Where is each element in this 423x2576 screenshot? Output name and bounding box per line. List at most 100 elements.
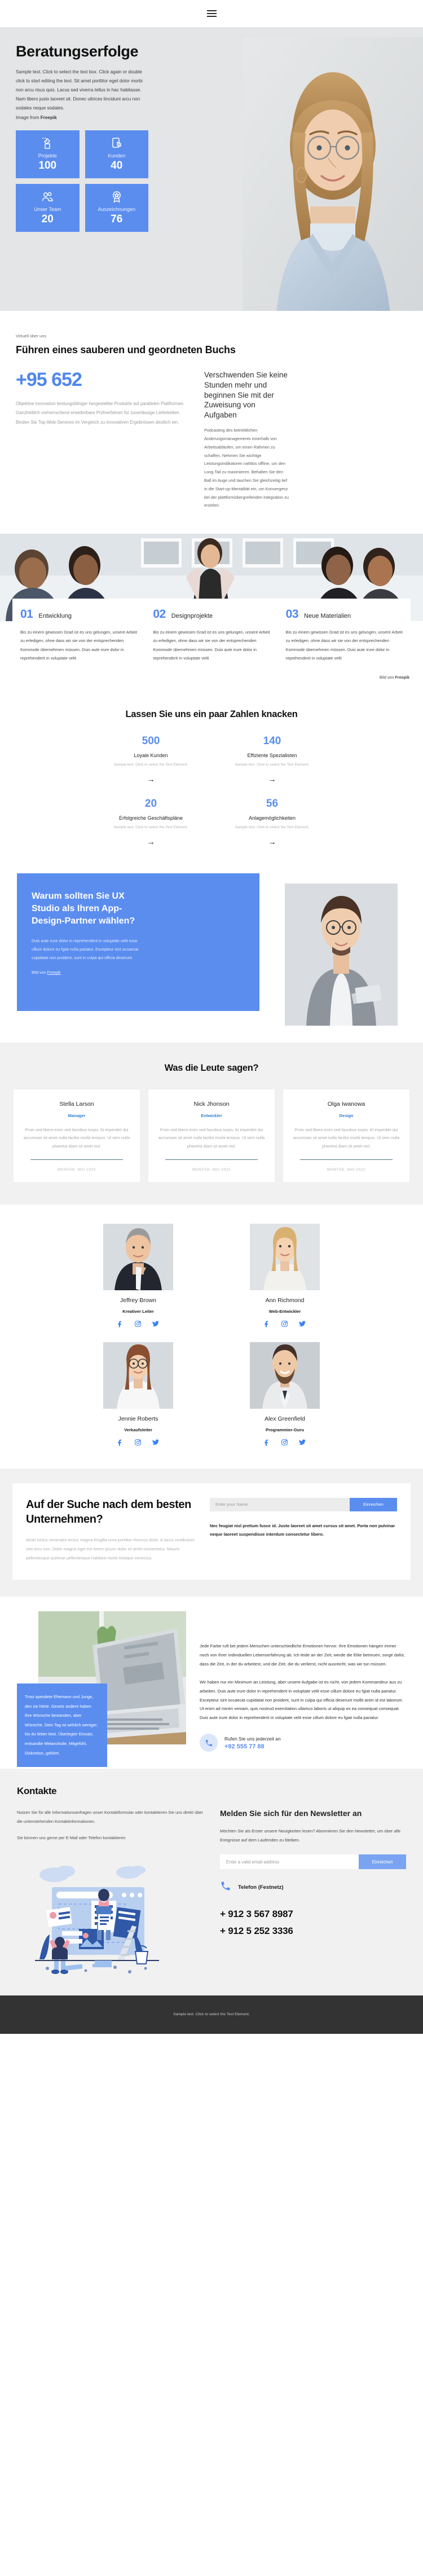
facebook-icon[interactable] [263,1320,271,1327]
testimonial-role: Entwickler [201,1113,222,1118]
testimonial-role: Manager [68,1113,86,1118]
why-credit-link[interactable]: Freepik [47,970,61,975]
arrow-right-icon[interactable]: → [211,775,333,784]
instagram-icon[interactable] [281,1320,288,1327]
contact-illustration [25,1854,169,1976]
hero-credit-link[interactable]: Freepik [41,115,57,120]
avatar [103,1342,173,1409]
team-section: Jeffrey Brown Kreativer Leiter Ann Richm… [0,1204,423,1469]
call-number[interactable]: +92 555 77 88 [224,1743,281,1750]
feature-body: Bis zu einem gewissen Grad ist es uns ge… [153,630,270,661]
hamburger-menu-icon[interactable] [206,10,217,17]
twitter-icon[interactable] [152,1439,160,1446]
instagram-icon[interactable] [134,1320,142,1327]
award-badge-icon [110,190,124,204]
features-cards-row: 01 Entwicklung Bis zu einem gewissen Gra… [0,599,423,668]
facebook-icon[interactable] [117,1439,124,1446]
newsletter-form: Einreichen [220,1854,406,1870]
feature-card-01: 01 Entwicklung Bis zu einem gewissen Gra… [12,599,146,668]
testimonial-name: Olga Iwanowa [327,1100,365,1107]
number-subtext: Sample text. Click to select the Text El… [113,825,188,829]
phone-label: Telefon (Festnetz) [238,1884,284,1891]
about-right-column: Verschwenden Sie keine Stunden mehr und … [204,370,289,510]
call-us-block[interactable]: Rufen Sie uns jederzeit an +92 555 77 88 [200,1734,406,1752]
team-member-card: Alex Greenfield Programmier-Guru [211,1342,358,1446]
number-subtext: Sample text. Click to select the Text El… [113,762,188,767]
arrow-right-icon[interactable]: → [211,837,333,846]
about-section: Virtuell über uns Führen eines sauberen … [0,311,423,534]
instagram-icon[interactable] [134,1439,142,1446]
hero-stats-grid: Projekte 100 Kunden 40 Unser Team 20 Aus… [16,130,148,232]
why-heading: Warum sollten Sie UX Studio als Ihren Ap… [32,891,135,926]
cta-form: Einreichen [210,1497,397,1511]
stat-value: 20 [41,213,54,225]
arrow-right-icon[interactable]: → [90,775,211,784]
about-big-number: +95 652 [16,369,82,391]
testimonials-section: Was die Leute sagen? Stella Larson Manag… [0,1042,423,1205]
phone-number-1[interactable]: + 912 3 567 8987 [220,1906,406,1923]
footer: Sample text. Click to select the Text El… [0,1995,423,2034]
testimonial-date: MONTAG, MAI 2022 [327,1167,366,1172]
avatar [250,1342,320,1409]
footer-text: Sample text. Click to select the Text El… [173,2012,250,2017]
page-title: Beratungserfolge [16,43,139,60]
name-input[interactable] [210,1497,350,1511]
numbers-heading: Lassen Sie uns ein paar Zahlen knacken [125,709,298,719]
team-member-name: Jennie Roberts [118,1415,158,1422]
number-value: 140 [263,735,281,747]
stat-card-projekte[interactable]: Projekte 100 [16,130,80,178]
testimonial-card: Stella Larson Manager Proin sed libero e… [14,1089,140,1182]
features-credit-prefix: Bild von [379,674,395,680]
hero-paragraph: Sample text. Click to select the text bo… [16,69,143,111]
instagram-icon[interactable] [281,1439,288,1446]
phone-number-2[interactable]: + 912 5 252 3336 [220,1923,406,1940]
phone-icon [220,1880,231,1894]
submit-button[interactable]: Einreichen [350,1497,397,1511]
testimonial-date: MONTAG, MAI 2022 [57,1167,96,1172]
about-eyebrow: Virtuell über uns [16,333,47,339]
divider [165,1159,258,1160]
facebook-icon[interactable] [117,1320,124,1327]
twitter-icon[interactable] [152,1320,160,1327]
top-navbar [0,0,423,27]
contacts-heading: Kontakte [17,1786,57,1797]
features-credit-link[interactable]: Freepik [395,675,409,680]
feature-title: Designprojekte [171,613,213,620]
about-heading: Führen eines sauberen und geordneten Buc… [16,344,236,355]
people-group-icon [41,190,54,204]
twitter-icon[interactable] [298,1320,306,1327]
team-member-name: Alex Greenfield [265,1415,305,1422]
about-side-heading: Verschwenden Sie keine Stunden mehr und … [204,371,288,420]
social-links [65,1320,211,1327]
number-value: 20 [144,797,157,810]
arrow-right-icon[interactable]: → [90,837,211,846]
number-label: Loyale Kunden [134,752,168,758]
twitter-icon[interactable] [298,1439,306,1446]
stat-card-auszeichnungen[interactable]: Auszeichnungen 76 [85,183,148,232]
article-paragraph-1: Jede Farbe ruft bei jedem Menschen unter… [200,1643,405,1667]
team-grid: Jeffrey Brown Kreativer Leiter Ann Richm… [65,1223,358,1446]
newsletter-submit-button[interactable]: Einreichen [359,1854,406,1870]
facebook-icon[interactable] [263,1439,271,1446]
feature-title: Entwicklung [38,613,72,620]
why-paragraph: Duis aute irure dolor in reprehenderit i… [32,938,139,961]
cta-paragraph: Amet luctus venenatis lectus magna fring… [26,1537,195,1560]
contacts-paragraph-1: Nutzen Sie für alle Informationsanfragen… [17,1810,203,1824]
why-blue-panel: Warum sollten Sie UX Studio als Ihren Ap… [17,873,259,1011]
number-value: 500 [142,735,160,747]
testimonials-row: Stella Larson Manager Proin sed libero e… [14,1089,409,1182]
feature-body: Bis zu einem gewissen Grad ist es uns ge… [285,630,403,661]
feature-number: 01 [20,608,33,621]
stat-label: Kunden [108,153,126,159]
cta-note: Nec feugiat nisl pretium fusce id. Justo… [210,1523,395,1537]
feature-body: Bis zu einem gewissen Grad ist es uns ge… [20,630,138,661]
stat-card-unser-team[interactable]: Unser Team 20 [16,183,80,232]
team-member-card: Jeffrey Brown Kreativer Leiter [65,1223,211,1327]
cta-card: Auf der Suche nach dem besten Unternehme… [12,1483,411,1580]
stat-card-kunden[interactable]: Kunden 40 [85,130,148,178]
feature-number: 02 [153,608,166,621]
testimonials-heading: Was die Leute sagen? [164,1062,259,1073]
stat-label: Unser Team [34,206,61,212]
email-input[interactable] [220,1854,359,1870]
newsletter-heading: Melden Sie sich für den Newsletter an [220,1809,362,1818]
